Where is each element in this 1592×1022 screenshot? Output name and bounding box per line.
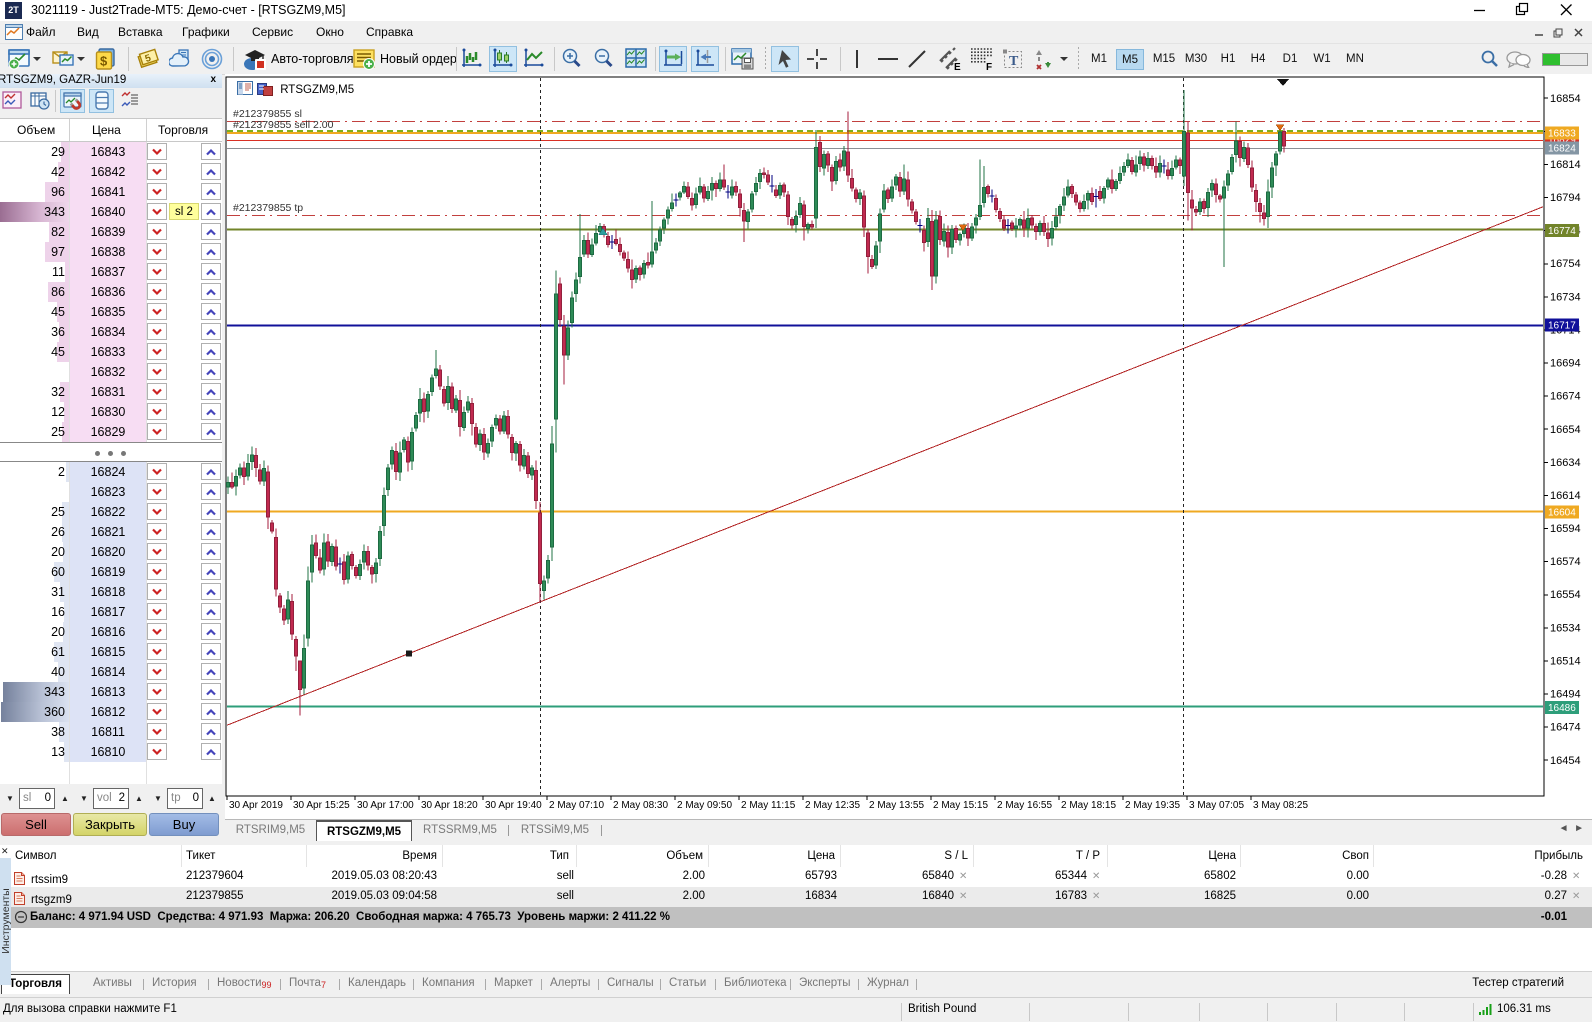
svg-text:16614: 16614 [1550,490,1581,502]
svg-text:3 May 07:05: 3 May 07:05 [1189,800,1244,811]
svg-text:16574: 16574 [1550,556,1581,568]
svg-text:2 May 16:55: 2 May 16:55 [997,800,1052,811]
svg-text:2 May 11:15: 2 May 11:15 [741,800,796,811]
svg-text:16717: 16717 [1548,321,1576,332]
svg-text:2 May 13:55: 2 May 13:55 [869,800,924,811]
svg-text:16454: 16454 [1550,755,1581,767]
svg-text:16554: 16554 [1550,589,1581,601]
svg-text:30 Apr 2019: 30 Apr 2019 [229,800,283,811]
svg-text:2 May 15:15: 2 May 15:15 [933,800,988,811]
svg-text:16824: 16824 [1548,143,1576,154]
svg-text:16674: 16674 [1550,391,1581,403]
svg-text:16474: 16474 [1550,722,1581,734]
svg-text:30 Apr 17:00: 30 Apr 17:00 [357,800,414,811]
svg-text:16854: 16854 [1550,93,1581,105]
svg-text:16634: 16634 [1550,457,1581,469]
svg-text:3 May 08:25: 3 May 08:25 [1253,800,1308,811]
svg-text:16694: 16694 [1550,358,1581,370]
svg-text:16794: 16794 [1550,192,1581,204]
svg-text:16734: 16734 [1550,291,1581,303]
svg-text:16514: 16514 [1550,656,1581,668]
svg-text:2 May 19:35: 2 May 19:35 [1125,800,1180,811]
svg-text:16494: 16494 [1550,689,1581,701]
svg-text:F: F [986,62,992,71]
svg-text:T: T [1009,54,1019,69]
svg-text:2 May 12:35: 2 May 12:35 [805,800,860,811]
svg-text:16774: 16774 [1548,226,1576,237]
svg-text:30 Apr 19:40: 30 Apr 19:40 [485,800,542,811]
svg-text:2 May 07:10: 2 May 07:10 [549,800,604,811]
svg-text:16754: 16754 [1550,258,1581,270]
svg-text:16534: 16534 [1550,622,1581,634]
svg-text:2 May 18:15: 2 May 18:15 [1061,800,1116,811]
svg-text:30 Apr 15:25: 30 Apr 15:25 [293,800,350,811]
svg-text:2 May 08:30: 2 May 08:30 [613,800,668,811]
svg-text:$: $ [100,54,108,69]
svg-text:2 May 09:50: 2 May 09:50 [677,800,732,811]
svg-text:16486: 16486 [1548,703,1576,714]
svg-text:#212379855 sell 2.00: #212379855 sell 2.00 [233,119,334,131]
svg-text:16833: 16833 [1548,129,1576,140]
svg-text:30 Apr 18:20: 30 Apr 18:20 [421,800,478,811]
svg-text:#212379855 tp: #212379855 tp [233,202,303,214]
svg-text:16594: 16594 [1550,523,1581,535]
svg-text:16604: 16604 [1548,508,1576,519]
svg-text:16814: 16814 [1550,159,1581,171]
svg-text:E: E [954,62,961,71]
svg-text:16654: 16654 [1550,424,1581,436]
